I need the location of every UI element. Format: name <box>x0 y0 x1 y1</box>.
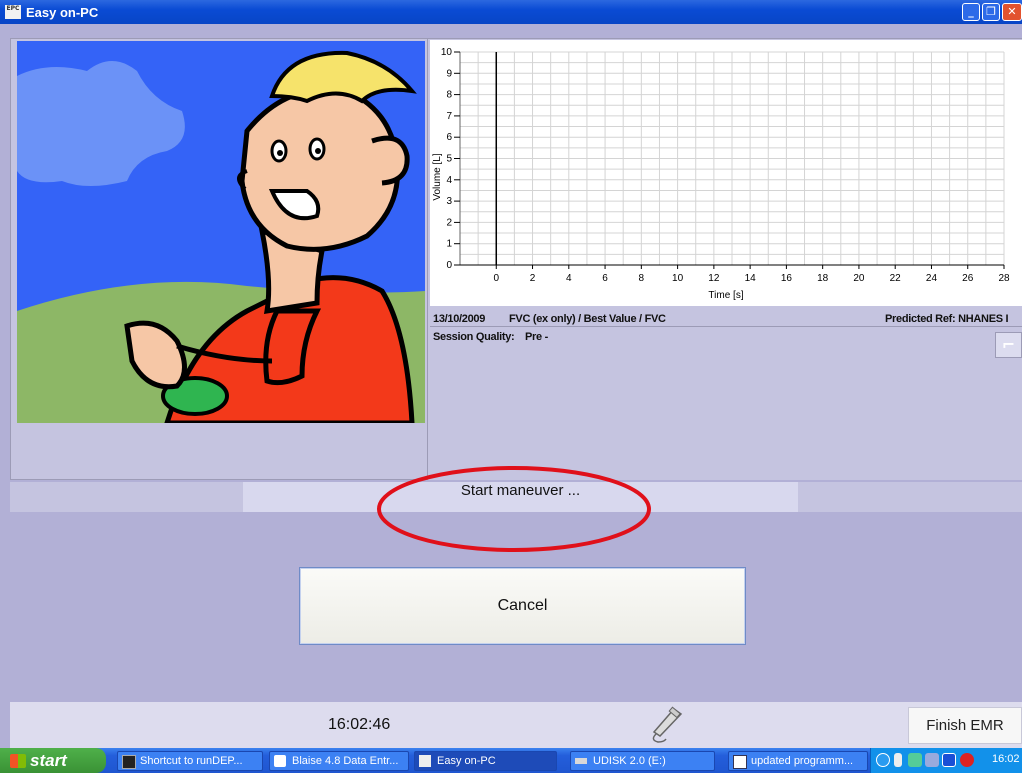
finish-emr-button[interactable]: Finish EMR <box>908 707 1022 744</box>
task-label: Blaise 4.8 Data Entr... <box>292 755 399 767</box>
x-tick-label: 16 <box>781 273 793 284</box>
tray-device-icon[interactable] <box>894 753 902 767</box>
test-date: 13/10/2009 <box>433 313 486 325</box>
clock: 16:02:46 <box>328 716 391 733</box>
x-tick-label: 10 <box>672 273 684 284</box>
expand-icon[interactable]: ⌐ <box>995 332 1022 358</box>
y-tick-label: 2 <box>446 217 452 228</box>
title-bar[interactable] <box>0 0 1022 24</box>
x-tick-label: 6 <box>602 273 608 284</box>
x-tick-label: 20 <box>853 273 865 284</box>
y-tick-label: 10 <box>441 47 453 58</box>
window-title: Easy on-PC <box>26 5 99 20</box>
task-label: UDISK 2.0 (E:) <box>593 755 666 767</box>
chart-grid <box>459 51 1005 266</box>
coaching-cartoon-image <box>17 41 425 423</box>
x-tick-label: 22 <box>890 273 902 284</box>
divider <box>430 326 1022 327</box>
epc-icon <box>419 755 431 767</box>
task-label: updated programm... <box>751 755 854 767</box>
session-quality-label: Session Quality: <box>433 331 515 343</box>
tray-clock: 16:02 <box>992 753 1020 765</box>
x-axis: 0 2 4 6 8 10 12 14 16 18 20 22 24 26 28 <box>460 264 1010 284</box>
taskbar-item-blaise[interactable]: Blaise 4.8 Data Entr... <box>269 751 409 771</box>
tray-security-icon[interactable] <box>960 753 974 767</box>
start-label: start <box>30 751 67 770</box>
cmd-icon <box>122 755 136 769</box>
x-tick-label: 0 <box>493 273 499 284</box>
windows-logo-icon <box>10 754 26 768</box>
x-tick-label: 18 <box>817 273 829 284</box>
y-tick-label: 3 <box>446 196 452 207</box>
y-tick-label: 0 <box>446 260 452 271</box>
minimize-button[interactable]: _ <box>962 3 980 21</box>
y-tick-label: 9 <box>446 68 452 79</box>
x-tick-label: 4 <box>566 273 572 284</box>
bottom-bar <box>10 702 1022 748</box>
cancel-button[interactable]: Cancel <box>299 567 746 645</box>
y-tick-label: 5 <box>446 154 452 165</box>
close-button[interactable]: ✕ <box>1002 3 1022 21</box>
task-label: Shortcut to runDEP... <box>140 755 243 767</box>
taskbar-item-udisk[interactable]: UDISK 2.0 (E:) <box>570 751 715 771</box>
x-tick-label: 2 <box>530 273 536 284</box>
start-button[interactable]: start <box>0 748 106 773</box>
tray-media-icon[interactable] <box>942 753 956 767</box>
x-tick-label: 14 <box>745 273 757 284</box>
result-info-panel <box>430 308 1022 478</box>
y-tick-label: 1 <box>446 239 452 250</box>
x-tick-label: 28 <box>998 273 1010 284</box>
predicted-reference: Predicted Ref: NHANES I <box>885 313 1009 325</box>
x-tick-label: 8 <box>639 273 645 284</box>
x-tick-label: 26 <box>962 273 974 284</box>
tray-network-icon[interactable] <box>908 753 922 767</box>
y-tick-label: 6 <box>446 132 452 143</box>
drive-icon <box>575 758 587 764</box>
app-icon: EPC <box>5 5 21 19</box>
highlight-ellipse <box>377 466 651 552</box>
taskbar-item-easy-on-pc[interactable]: Easy on-PC <box>414 751 557 771</box>
y-tick-label: 7 <box>446 111 452 122</box>
session-quality-value: Pre - <box>525 331 548 343</box>
task-label: Easy on-PC <box>437 755 496 767</box>
taskbar-item-document[interactable]: updated programm... <box>728 751 868 771</box>
maximize-button[interactable]: ❐ <box>982 3 1000 21</box>
y-axis-label: Volume [L] <box>432 153 443 200</box>
document-icon <box>733 755 747 769</box>
x-axis-label: Time [s] <box>708 290 743 301</box>
tray-arrow-icon[interactable] <box>876 753 890 767</box>
tray-monitor-icon[interactable] <box>925 753 939 767</box>
taskbar-item-shortcut[interactable]: Shortcut to runDEP... <box>117 751 263 771</box>
test-description: FVC (ex only) / Best Value / FVC <box>509 313 666 325</box>
volume-time-chart: 012345678910 0 2 4 6 8 10 12 14 16 18 20 22 24 26 28 T… <box>430 40 1022 306</box>
spirometer-device-icon <box>652 706 683 743</box>
blaise-icon <box>274 755 286 767</box>
y-tick-label: 8 <box>446 90 452 101</box>
x-tick-label: 12 <box>708 273 720 284</box>
x-tick-label: 24 <box>926 273 938 284</box>
y-tick-label: 4 <box>446 175 452 186</box>
